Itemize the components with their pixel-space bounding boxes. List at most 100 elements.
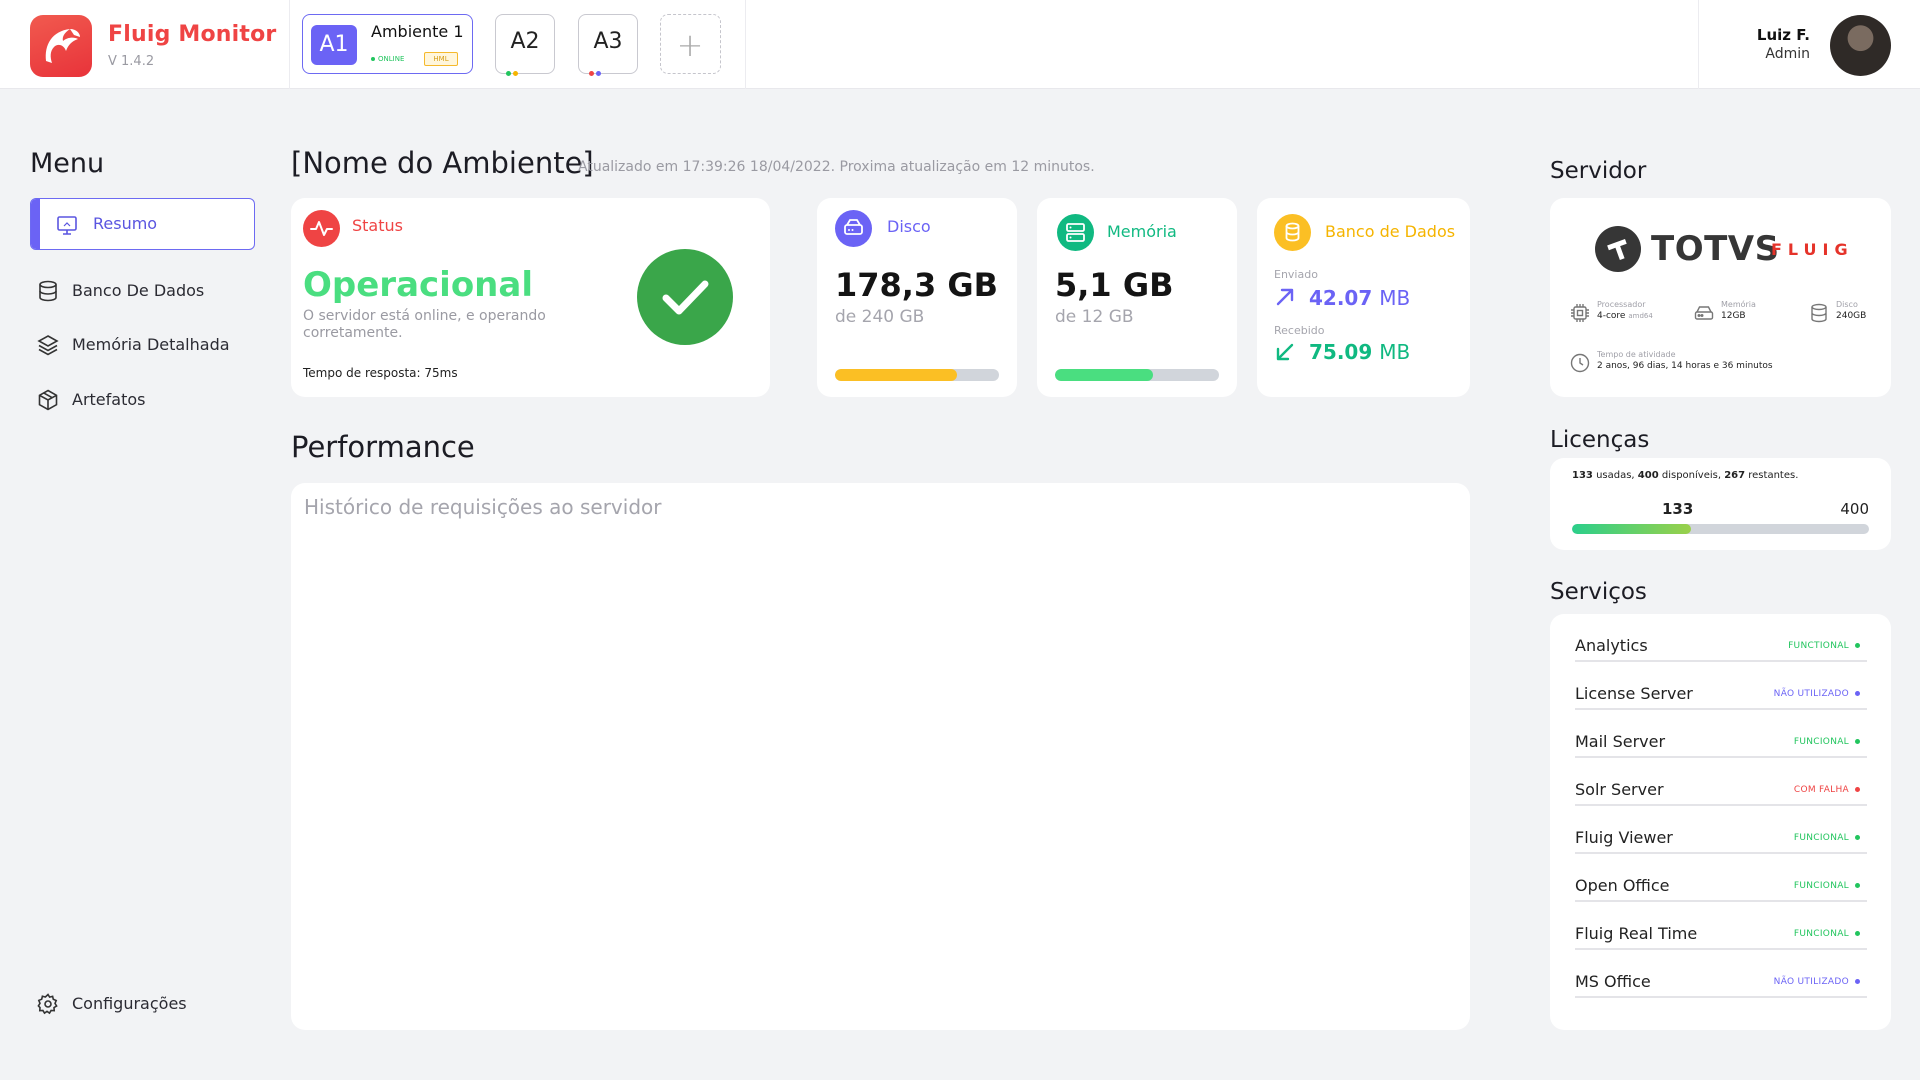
service-row-analytics[interactable]: Analytics FUNCTIONAL bbox=[1575, 614, 1867, 662]
status-dot bbox=[596, 71, 601, 76]
service-row-fluig-real-time[interactable]: Fluig Real Time FUNCIONAL bbox=[1575, 902, 1867, 950]
sent-label: Enviado bbox=[1274, 268, 1318, 281]
services-card: Analytics FUNCTIONAL License Server NÃO … bbox=[1550, 614, 1891, 1030]
performance-chart-panel: Histórico de requisições ao servidor bbox=[291, 483, 1470, 1030]
header-divider bbox=[289, 0, 290, 89]
plus-icon: + bbox=[676, 26, 704, 64]
arrow-up-right-icon bbox=[1276, 288, 1294, 306]
totvs-logo-text: TOTVS bbox=[1651, 229, 1780, 269]
clock-icon bbox=[1570, 353, 1590, 373]
server-title: Servidor bbox=[1550, 158, 1647, 184]
environment-tab-a2[interactable]: A2 bbox=[495, 14, 555, 76]
checkmark-icon bbox=[637, 249, 733, 345]
service-status: FUNCIONAL bbox=[1794, 881, 1860, 891]
service-row-ms-office[interactable]: MS Office NÃO UTILIZADO bbox=[1575, 950, 1867, 998]
disk-label: Disco bbox=[887, 217, 931, 236]
database-label: Banco de Dados bbox=[1325, 222, 1456, 241]
memory-usage-fill bbox=[1055, 369, 1154, 381]
environment-tab-a1[interactable]: A1 Ambiente 1 ONLINE HML bbox=[302, 14, 473, 74]
processor-cores: 4-core bbox=[1597, 311, 1626, 321]
disk-usage-fill bbox=[835, 369, 957, 381]
status-dot bbox=[506, 71, 511, 76]
status-description: O servidor está online, e operando corre… bbox=[303, 308, 546, 341]
performance-chart-title: Histórico de requisições ao servidor bbox=[304, 495, 662, 519]
status-card: Status Operacional O servidor está onlin… bbox=[291, 198, 770, 397]
sent-unit: MB bbox=[1379, 286, 1411, 310]
hard-drive-icon bbox=[1694, 306, 1714, 320]
sidebar-item-label: Artefatos bbox=[72, 390, 146, 409]
licenses-used-text: usadas, bbox=[1596, 470, 1635, 481]
server-card: TOTVS FLUIG Processador 4-core amd64 Mem… bbox=[1550, 198, 1891, 397]
environment-status-dots bbox=[506, 61, 520, 80]
licenses-used-count: 133 bbox=[1572, 470, 1593, 481]
service-name: MS Office bbox=[1575, 972, 1651, 991]
database-icon bbox=[1811, 303, 1827, 323]
service-row-fluig-viewer[interactable]: Fluig Viewer FUNCIONAL bbox=[1575, 806, 1867, 854]
user-role: Admin bbox=[1765, 46, 1810, 62]
app-version: V 1.4.2 bbox=[108, 54, 155, 69]
service-name: Fluig Real Time bbox=[1575, 924, 1698, 943]
app-name: Fluig Monitor bbox=[108, 22, 277, 47]
memory-total: de 12 GB bbox=[1055, 307, 1134, 327]
sent-value: 42.07 MB bbox=[1309, 286, 1410, 310]
user-name: Luiz F. bbox=[1756, 26, 1810, 44]
service-status: FUNCIONAL bbox=[1794, 737, 1860, 747]
menu-title: Menu bbox=[30, 148, 105, 179]
processor-arch: amd64 bbox=[1628, 312, 1653, 320]
disk-usage-bar bbox=[835, 369, 999, 381]
licenses-card: 133 usadas, 400 disponíveis, 267 restant… bbox=[1550, 458, 1891, 550]
service-status: COM FALHA bbox=[1794, 785, 1860, 795]
environment-badge: A1 bbox=[311, 25, 357, 65]
avatar[interactable] bbox=[1830, 15, 1891, 76]
disk-spec-label: Disco bbox=[1836, 300, 1858, 309]
add-environment-button[interactable]: + bbox=[660, 14, 721, 74]
memory-spec-value: 12GB bbox=[1721, 311, 1746, 321]
layers-icon bbox=[37, 335, 59, 356]
server-icon bbox=[1057, 214, 1094, 251]
service-name: Solr Server bbox=[1575, 780, 1664, 799]
header-divider bbox=[1698, 0, 1699, 89]
service-row-open-office[interactable]: Open Office FUNCIONAL bbox=[1575, 854, 1867, 902]
sidebar-item-label: Memória Detalhada bbox=[72, 335, 230, 354]
box-icon bbox=[38, 389, 58, 411]
last-updated-text: Atualizado em 17:39:26 18/04/2022. Proxi… bbox=[578, 159, 1095, 175]
arrow-down-left-icon bbox=[1276, 343, 1294, 361]
memory-usage-bar bbox=[1055, 369, 1219, 381]
top-header: Fluig Monitor V 1.4.2 A1 Ambiente 1 ONLI… bbox=[0, 0, 1920, 89]
received-unit: MB bbox=[1379, 340, 1411, 364]
sidebar-item-resumo[interactable]: Resumo bbox=[30, 198, 255, 250]
status-value: Operacional bbox=[303, 265, 533, 305]
disk-used: 178,3 GB bbox=[835, 266, 999, 304]
services-title: Serviços bbox=[1550, 579, 1647, 605]
disk-card: Disco 178,3 GB de 240 GB bbox=[817, 198, 1017, 397]
service-row-mail-server[interactable]: Mail Server FUNCIONAL bbox=[1575, 710, 1867, 758]
licenses-used-marker: 133 bbox=[1662, 500, 1694, 518]
service-status: FUNCTIONAL bbox=[1788, 641, 1860, 651]
hard-drive-icon bbox=[835, 210, 872, 247]
environment-status: ONLINE bbox=[371, 55, 404, 63]
memory-card: Memória 5,1 GB de 12 GB bbox=[1037, 198, 1237, 397]
fluig-logo-icon[interactable] bbox=[30, 15, 92, 77]
service-row-solr-server[interactable]: Solr Server COM FALHA bbox=[1575, 758, 1867, 806]
licenses-usage-bar bbox=[1572, 524, 1869, 534]
service-name: Open Office bbox=[1575, 876, 1670, 895]
received-value: 75.09 MB bbox=[1309, 340, 1410, 364]
environment-name: Ambiente 1 bbox=[371, 22, 464, 41]
header-divider bbox=[745, 0, 746, 89]
database-icon bbox=[39, 280, 57, 302]
fluig-logo-text: FLUIG bbox=[1771, 240, 1854, 259]
response-time: Tempo de resposta: 75ms bbox=[303, 366, 458, 380]
service-row-license-server[interactable]: License Server NÃO UTILIZADO bbox=[1575, 662, 1867, 710]
licenses-available-text: disponíveis, bbox=[1661, 470, 1722, 481]
environment-tab-a3[interactable]: A3 bbox=[578, 14, 638, 76]
gear-icon bbox=[37, 993, 58, 1015]
licenses-usage-fill bbox=[1572, 524, 1691, 534]
uptime-value: 2 anos, 96 dias, 14 horas e 36 minutos bbox=[1597, 361, 1773, 371]
page-title: [Nome do Ambiente] bbox=[291, 146, 594, 180]
service-name: Fluig Viewer bbox=[1575, 828, 1673, 847]
processor-label: Processador bbox=[1597, 300, 1646, 309]
service-name: License Server bbox=[1575, 684, 1693, 703]
licenses-remaining-text: restantes. bbox=[1748, 470, 1799, 481]
disk-total: de 240 GB bbox=[835, 307, 925, 327]
sent-number: 42.07 bbox=[1309, 286, 1373, 310]
